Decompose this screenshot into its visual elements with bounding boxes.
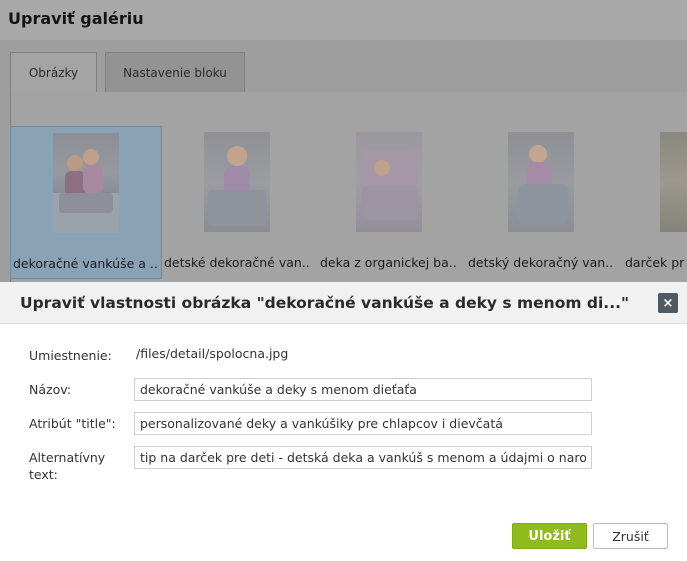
gallery-item[interactable]: detský dekoračný van..	[466, 126, 618, 279]
name-label: Názov:	[29, 382, 72, 397]
tab-images[interactable]: Obrázky	[10, 52, 97, 93]
gallery-item-label: dekoračné vankúše a ..	[13, 256, 158, 271]
title-attribute-field[interactable]	[134, 412, 592, 435]
page-title: Upraviť galériu	[8, 9, 144, 28]
location-label: Umiestnenie:	[29, 348, 112, 363]
gallery-thumbnail	[660, 132, 687, 232]
close-icon[interactable]: ×	[658, 293, 678, 313]
image-properties-dialog: Upraviť vlastnosti obrázka "dekoračné va…	[0, 282, 687, 561]
gallery-thumbnail	[204, 132, 270, 232]
page-header: Upraviť galériu	[0, 0, 687, 40]
gallery-item-label: detské dekoračné van..	[164, 255, 310, 270]
gallery-item-label: deka z organickej ba..	[320, 255, 457, 270]
location-value: /files/detail/spolocna.jpg	[136, 346, 289, 361]
dialog-title: Upraviť vlastnosti obrázka "dekoračné va…	[20, 294, 630, 312]
dialog-header: Upraviť vlastnosti obrázka "dekoračné va…	[0, 282, 687, 324]
alt-text-label-line2: text:	[29, 467, 58, 482]
alt-text-label-line1: Alternatívny	[29, 450, 106, 465]
gallery-item-label: darček pr	[625, 255, 685, 270]
save-button[interactable]: Uložiť	[512, 523, 587, 549]
title-attribute-label: Atribút "title":	[29, 416, 116, 431]
alt-text-label: Alternatívny text:	[29, 449, 105, 483]
gallery-item[interactable]: deka z organickej ba..	[314, 126, 466, 279]
gallery-item[interactable]: darček pr	[618, 126, 687, 279]
gallery-item[interactable]: detské dekoračné van..	[162, 126, 314, 279]
alt-text-field[interactable]	[134, 446, 592, 469]
cancel-button[interactable]: Zrušiť	[593, 523, 668, 549]
gallery-item-label: detský dekoračný van..	[468, 255, 614, 270]
gallery-thumbnail	[356, 132, 422, 232]
gallery-item[interactable]: dekoračné vankúše a ..	[10, 126, 162, 279]
gallery-thumbnail	[508, 132, 574, 232]
name-field[interactable]	[134, 378, 592, 401]
tab-block-settings[interactable]: Nastavenie bloku	[105, 52, 245, 92]
gallery-thumbnail	[53, 133, 119, 233]
